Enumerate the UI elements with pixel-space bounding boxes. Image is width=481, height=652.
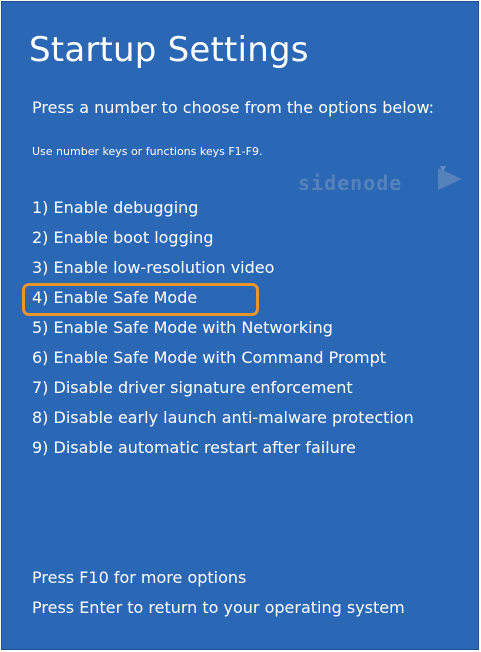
option-enable-safe-mode-command-prompt[interactable]: 6) Enable Safe Mode with Command Prompt bbox=[32, 348, 414, 368]
option-enable-low-resolution-video[interactable]: 3) Enable low-resolution video bbox=[32, 258, 414, 278]
more-options-prompt[interactable]: Press F10 for more options bbox=[32, 568, 405, 588]
option-disable-early-launch-antimalware[interactable]: 8) Disable early launch anti-malware pro… bbox=[32, 408, 414, 428]
footer: Press F10 for more options Press Enter t… bbox=[32, 568, 405, 628]
option-disable-driver-signature[interactable]: 7) Disable driver signature enforcement bbox=[32, 378, 414, 398]
play-arrow-icon bbox=[438, 166, 462, 190]
hint-text: Use number keys or functions keys F1-F9. bbox=[32, 145, 263, 158]
page-title: Startup Settings bbox=[29, 30, 309, 70]
watermark-logo: sidenode bbox=[298, 162, 468, 196]
option-enable-boot-logging[interactable]: 2) Enable boot logging bbox=[32, 228, 414, 248]
safe-mode-highlight-box bbox=[22, 283, 259, 316]
option-enable-debugging[interactable]: 1) Enable debugging bbox=[32, 198, 414, 218]
startup-options-list: 1) Enable debugging 2) Enable boot loggi… bbox=[32, 198, 414, 468]
watermark-text: sidenode bbox=[298, 171, 403, 195]
return-to-os-prompt[interactable]: Press Enter to return to your operating … bbox=[32, 598, 405, 618]
startup-settings-screen: Startup Settings Press a number to choos… bbox=[1, 1, 479, 650]
instruction-text: Press a number to choose from the option… bbox=[32, 98, 435, 117]
option-enable-safe-mode-networking[interactable]: 5) Enable Safe Mode with Networking bbox=[32, 318, 414, 338]
option-disable-automatic-restart[interactable]: 9) Disable automatic restart after failu… bbox=[32, 438, 414, 458]
